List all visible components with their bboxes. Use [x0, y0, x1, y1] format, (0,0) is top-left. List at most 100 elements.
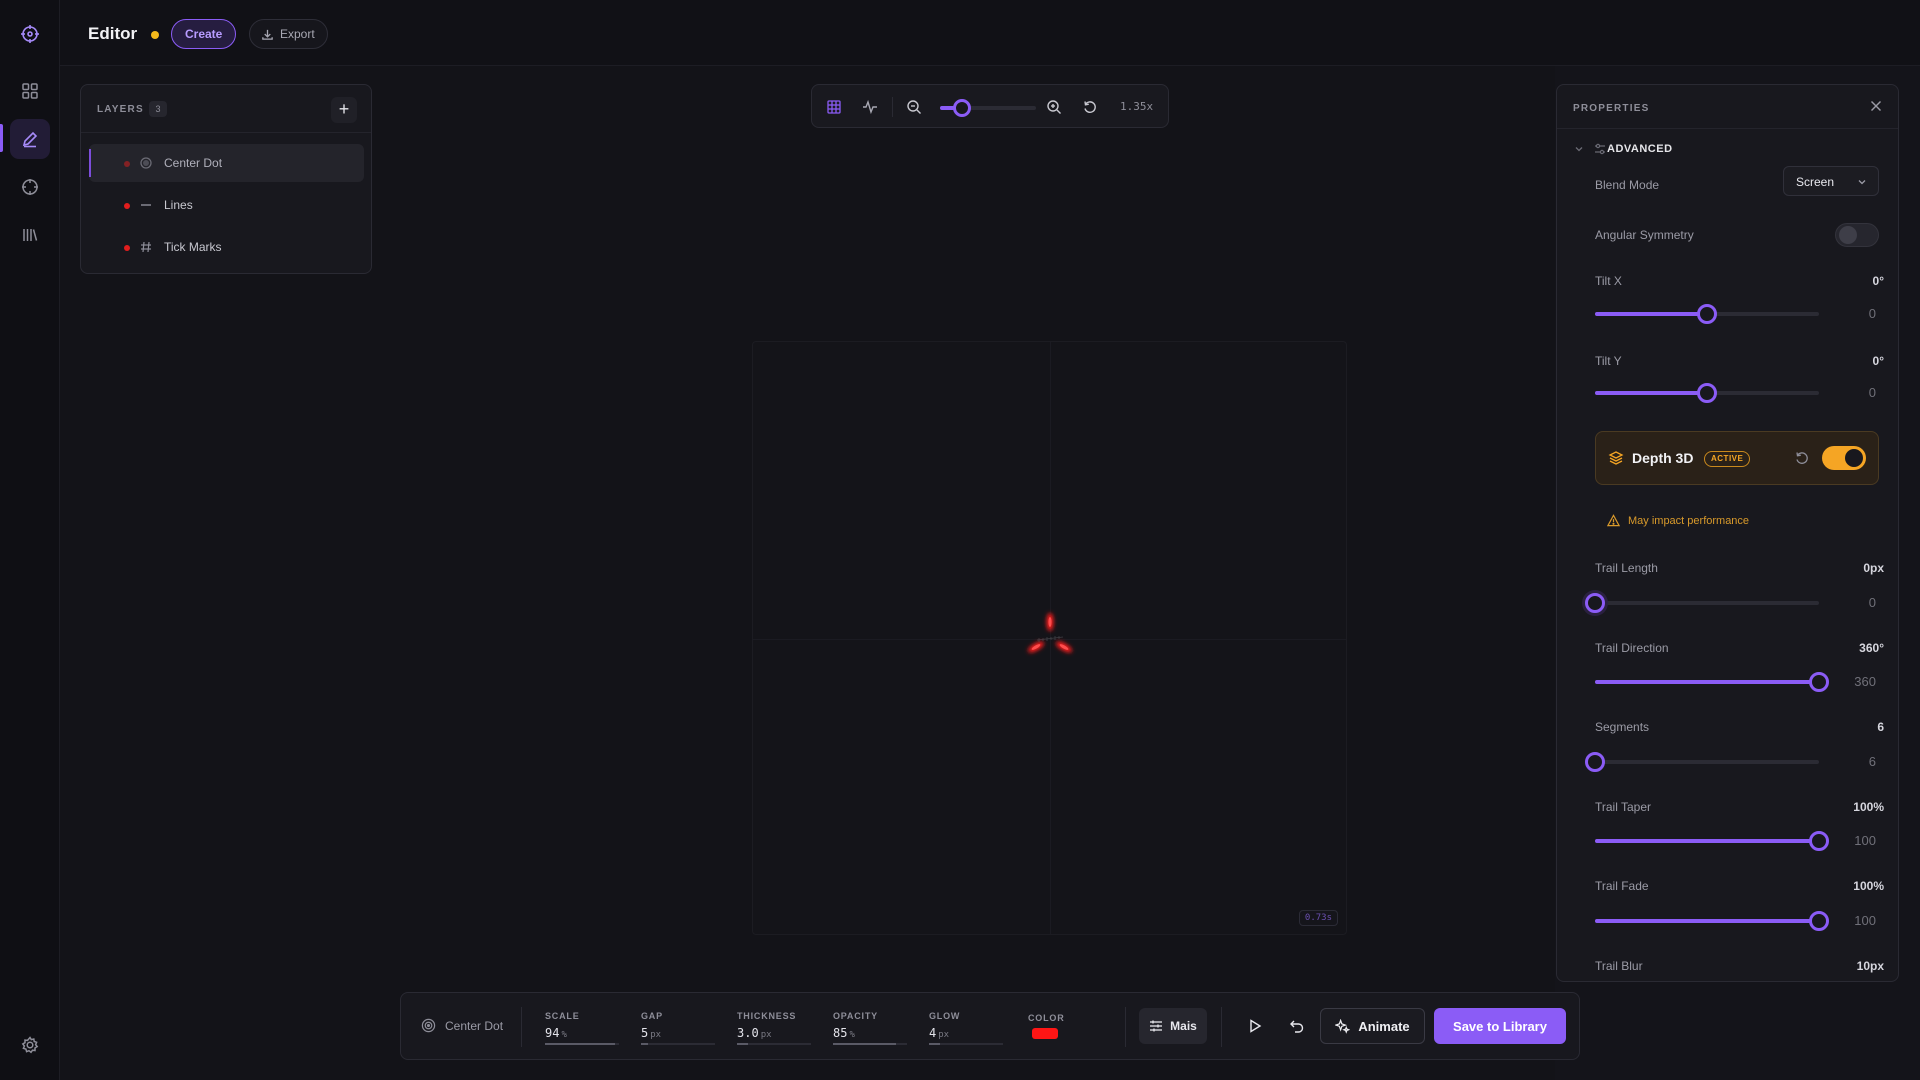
stat-label: OPACITY: [833, 1011, 878, 1021]
angular-symmetry-toggle[interactable]: [1835, 223, 1879, 247]
slider-fill: [1595, 919, 1819, 923]
color-swatch[interactable]: [1032, 1028, 1058, 1039]
reset-icon[interactable]: [1794, 450, 1810, 466]
slider-thumb[interactable]: [1697, 304, 1717, 324]
active-badge: ACTIVE: [1704, 451, 1751, 467]
tilt-x-slider[interactable]: [1595, 304, 1819, 324]
toggle-knob: [1845, 449, 1863, 467]
properties-header: PROPERTIES: [1557, 85, 1898, 129]
slider-thumb[interactable]: [1809, 831, 1829, 851]
layer-item-center-dot[interactable]: Center Dot: [89, 144, 364, 182]
layers-stack-icon: [1608, 451, 1624, 465]
top-bar: Editor Create Export: [60, 0, 1920, 66]
tilt-y-number[interactable]: 0: [1869, 385, 1876, 400]
render-time-badge: 0.73s: [1298, 910, 1338, 926]
export-button[interactable]: Export: [249, 19, 328, 49]
thickness-stat[interactable]: THICKNESS 3.0 px: [737, 1011, 811, 1045]
trail-direction-slider[interactable]: [1595, 672, 1829, 692]
zoom-slider-thumb[interactable]: [953, 99, 972, 117]
page-title: Editor: [88, 24, 138, 43]
trail-direction-number[interactable]: 360: [1854, 674, 1876, 689]
stat-bar: [737, 1043, 749, 1045]
stat-value: 94: [545, 1026, 560, 1040]
segments-number[interactable]: 6: [1869, 754, 1876, 769]
layer-item-lines[interactable]: Lines: [89, 186, 364, 224]
slider-thumb[interactable]: [1697, 383, 1717, 403]
stat-label: THICKNESS: [737, 1011, 797, 1021]
layer-color-dot: [124, 203, 130, 209]
trail-taper-value: 100%: [1853, 800, 1884, 814]
slider-fill: [1595, 312, 1707, 316]
slider-thumb[interactable]: [1809, 672, 1829, 692]
dash-icon: [139, 198, 153, 212]
bottom-toolbar: Center Dot SCALE 94% GAP 5 px THICKNESS 3…: [400, 992, 1580, 1060]
zoom-in-icon[interactable]: [1044, 97, 1064, 117]
trail-taper-slider[interactable]: [1595, 831, 1829, 851]
stat-value: 5: [641, 1026, 649, 1040]
trail-length-slider[interactable]: [1585, 593, 1819, 613]
color-stat: COLOR: [1028, 1013, 1078, 1023]
gap-stat[interactable]: GAP 5 px: [641, 1011, 715, 1045]
stat-unit: %: [849, 1030, 855, 1040]
sliders-icon: [1150, 1020, 1163, 1032]
stat-label: GAP: [641, 1011, 663, 1021]
blend-mode-value: Screen: [1796, 175, 1835, 189]
slider-thumb[interactable]: [1809, 911, 1829, 931]
slider-fill: [1595, 839, 1819, 843]
layers-title: LAYERS: [97, 104, 144, 115]
depth-3d-toggle[interactable]: [1822, 446, 1866, 470]
create-button[interactable]: Create: [171, 19, 237, 49]
layers-header: LAYERS 3 +: [81, 85, 371, 133]
opacity-stat[interactable]: OPACITY 85%: [833, 1011, 907, 1045]
stat-unit: px: [760, 1030, 772, 1040]
zoom-out-icon[interactable]: [904, 97, 924, 117]
stat-bar: [929, 1043, 941, 1045]
advanced-section-label: ADVANCED: [1607, 143, 1673, 155]
tilt-y-slider[interactable]: [1595, 383, 1819, 403]
left-rail: [0, 0, 60, 1080]
stat-label: GLOW: [929, 1011, 961, 1021]
trail-length-number[interactable]: 0: [1869, 595, 1876, 610]
trail-fade-number[interactable]: 100: [1854, 913, 1876, 928]
trail-taper-number[interactable]: 100: [1854, 833, 1876, 848]
layer-color-dot: [124, 245, 130, 251]
artboard[interactable]: 0.73s: [752, 341, 1347, 935]
pen-icon[interactable]: [10, 119, 50, 159]
animate-button[interactable]: Animate: [1320, 1008, 1425, 1044]
segments-slider[interactable]: [1585, 752, 1819, 772]
animate-label: Animate: [1358, 1018, 1410, 1034]
trail-fade-slider[interactable]: [1595, 911, 1829, 931]
reset-zoom-icon[interactable]: [1080, 97, 1100, 117]
logo-icon[interactable]: [10, 14, 50, 54]
blend-mode-select[interactable]: Screen: [1783, 166, 1879, 196]
slider-fill: [1595, 391, 1707, 395]
slider-thumb[interactable]: [1585, 752, 1605, 772]
settings-icon[interactable]: [10, 1025, 50, 1065]
add-layer-button[interactable]: +: [331, 97, 357, 123]
tilt-x-number[interactable]: 0: [1869, 306, 1876, 321]
grid-icon[interactable]: [10, 71, 50, 111]
properties-title: PROPERTIES: [1573, 103, 1650, 114]
stat-value: 3.0: [737, 1026, 759, 1040]
activity-icon[interactable]: [860, 97, 880, 117]
target-icon: [421, 1018, 436, 1033]
save-to-library-button[interactable]: Save to Library: [1434, 1008, 1566, 1044]
crosshair-icon[interactable]: [10, 167, 50, 207]
sparkles-icon: [1335, 1018, 1351, 1034]
library-icon[interactable]: [10, 215, 50, 255]
close-icon[interactable]: [1868, 98, 1884, 114]
stat-value: 4: [929, 1026, 937, 1040]
advanced-section-toggle[interactable]: [1573, 139, 1607, 159]
trail-taper-label: Trail Taper: [1595, 800, 1652, 814]
more-button[interactable]: Mais: [1139, 1008, 1207, 1044]
toolbar-divider: [521, 1007, 522, 1047]
scale-stat[interactable]: SCALE 94%: [545, 1011, 619, 1045]
grid-toggle-icon[interactable]: [824, 97, 844, 117]
zoom-slider[interactable]: [940, 99, 1036, 117]
chevron-down-icon: [1858, 180, 1866, 185]
slider-thumb[interactable]: [1585, 593, 1605, 613]
glow-stat[interactable]: GLOW 4 px: [929, 1011, 1003, 1045]
undo-icon[interactable]: [1285, 1014, 1309, 1038]
layer-item-tick-marks[interactable]: Tick Marks: [89, 228, 364, 266]
play-icon[interactable]: [1243, 1014, 1267, 1038]
